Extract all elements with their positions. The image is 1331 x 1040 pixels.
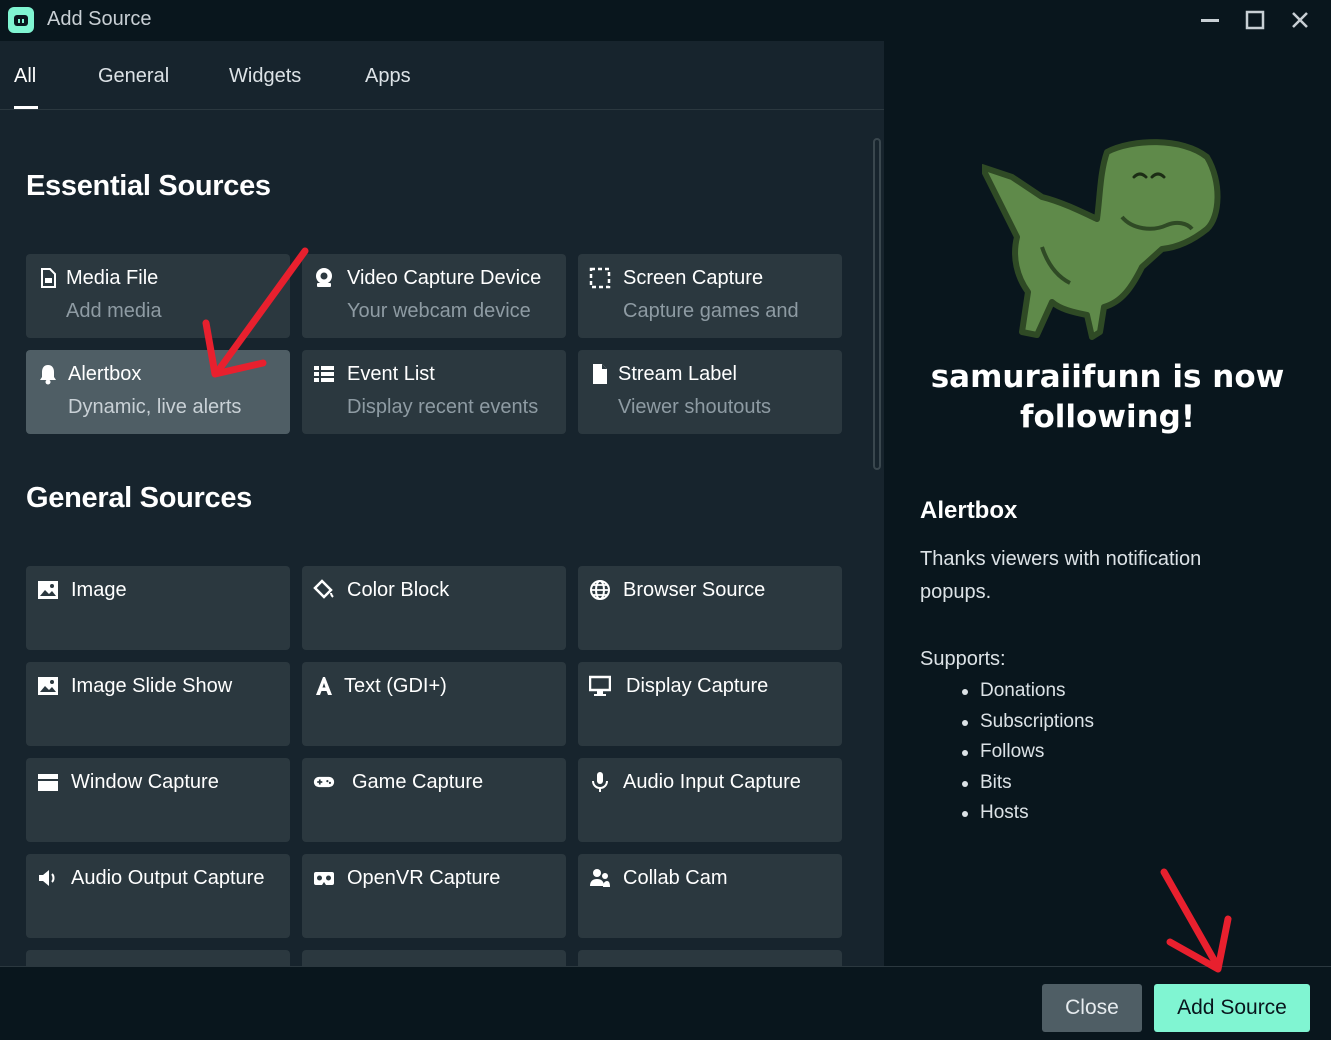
source-name: Stream Label xyxy=(618,363,737,385)
users-icon xyxy=(589,867,611,889)
source-name: Alertbox xyxy=(68,363,142,385)
supports-list: Donations Subscriptions Follows Bits Hos… xyxy=(961,676,1094,829)
source-card-text-gdi[interactable]: Text (GDI+) xyxy=(302,662,566,746)
gamepad-icon xyxy=(313,771,335,793)
add-source-button[interactable]: Add Source xyxy=(1154,984,1310,1032)
monitor-icon xyxy=(588,675,612,697)
close-window-icon[interactable] xyxy=(1285,6,1315,34)
microphone-icon xyxy=(589,771,611,793)
speaker-icon xyxy=(37,867,59,889)
source-card-window-capture[interactable]: Window Capture xyxy=(26,758,290,842)
source-card-image-slide-show[interactable]: Image Slide Show xyxy=(26,662,290,746)
image-icon xyxy=(37,579,59,601)
source-card-screen-capture[interactable]: Screen Capture Capture games and xyxy=(578,254,842,338)
source-card-audio-output-capture[interactable]: Audio Output Capture xyxy=(26,854,290,938)
source-card-partial[interactable] xyxy=(302,950,566,966)
source-name: Image xyxy=(71,579,127,601)
source-name: Event List xyxy=(347,363,435,385)
bell-icon xyxy=(37,363,59,385)
scrollbar[interactable] xyxy=(873,138,881,470)
source-card-audio-input-capture[interactable]: Audio Input Capture xyxy=(578,758,842,842)
source-name: Audio Output Capture xyxy=(71,867,265,889)
text-icon xyxy=(313,675,335,697)
list-icon xyxy=(313,363,335,385)
source-card-color-block[interactable]: Color Block xyxy=(302,566,566,650)
source-description: Add media xyxy=(66,300,162,322)
essential-sources-heading: Essential Sources xyxy=(26,170,271,202)
image-icon xyxy=(37,675,59,697)
source-description: Your webcam device xyxy=(347,300,531,322)
source-name: Collab Cam xyxy=(623,867,728,889)
footer-bar: Close Add Source xyxy=(0,966,1331,1040)
vr-headset-icon xyxy=(313,867,335,889)
source-list-panel: All General Widgets Apps Essential Sourc… xyxy=(0,41,884,966)
detail-title: Alertbox xyxy=(920,497,1018,524)
tab-apps[interactable]: Apps xyxy=(365,65,411,88)
active-tab-indicator xyxy=(14,106,38,109)
source-detail-panel: samuraiifunn is now following! Alertbox … xyxy=(884,41,1331,966)
window-icon xyxy=(37,771,59,793)
window-title: Add Source xyxy=(47,8,152,30)
list-item: Donations xyxy=(961,676,1094,707)
source-name: OpenVR Capture xyxy=(347,867,501,889)
webcam-icon xyxy=(313,267,335,289)
title-bar: Add Source xyxy=(0,0,1331,41)
paint-bucket-icon xyxy=(313,579,335,601)
list-item: Subscriptions xyxy=(961,707,1094,738)
source-name: Browser Source xyxy=(623,579,766,601)
source-card-openvr-capture[interactable]: OpenVR Capture xyxy=(302,854,566,938)
source-name: Window Capture xyxy=(71,771,219,793)
source-name: Media File xyxy=(66,267,159,289)
source-card-alertbox[interactable]: Alertbox Dynamic, live alerts xyxy=(26,350,290,434)
source-card-partial[interactable] xyxy=(578,950,842,966)
source-name: Screen Capture xyxy=(623,267,764,289)
streamlabs-logo-icon xyxy=(8,7,34,33)
dinosaur-mascot-image xyxy=(982,139,1221,340)
supports-label: Supports: xyxy=(920,648,1006,670)
source-description: Capture games and xyxy=(623,300,799,322)
minimize-icon[interactable] xyxy=(1195,6,1225,34)
source-name: Color Block xyxy=(347,579,450,601)
close-button[interactable]: Close xyxy=(1042,984,1142,1032)
list-item: Hosts xyxy=(961,798,1094,829)
source-name: Image Slide Show xyxy=(71,675,233,697)
source-card-collab-cam[interactable]: Collab Cam xyxy=(578,854,842,938)
detail-description: Thanks viewers with notification popups. xyxy=(920,548,1202,603)
source-description: Display recent events xyxy=(347,396,539,418)
source-name: Display Capture xyxy=(626,675,769,697)
list-item: Bits xyxy=(961,768,1094,799)
source-card-event-list[interactable]: Event List Display recent events xyxy=(302,350,566,434)
source-card-stream-label[interactable]: Stream Label Viewer shoutouts xyxy=(578,350,842,434)
globe-icon xyxy=(589,579,611,601)
maximize-icon[interactable] xyxy=(1240,6,1270,34)
source-card-partial[interactable] xyxy=(26,950,290,966)
source-card-image[interactable]: Image xyxy=(26,566,290,650)
tab-widgets[interactable]: Widgets xyxy=(229,65,301,88)
source-name: Video Capture Device xyxy=(347,267,542,289)
file-video-icon xyxy=(37,267,59,289)
document-icon xyxy=(589,363,611,385)
source-card-video-capture-device[interactable]: Video Capture Device Your webcam device xyxy=(302,254,566,338)
source-description: Dynamic, live alerts xyxy=(68,396,242,418)
source-card-browser-source[interactable]: Browser Source xyxy=(578,566,842,650)
alert-preview-text: samuraiifunn is now following! xyxy=(930,359,1285,435)
source-card-game-capture[interactable]: Game Capture xyxy=(302,758,566,842)
source-name: Text (GDI+) xyxy=(344,675,447,697)
source-description: Viewer shoutouts xyxy=(618,396,772,418)
source-name: Game Capture xyxy=(352,771,484,793)
list-item: Follows xyxy=(961,737,1094,768)
general-sources-heading: General Sources xyxy=(26,482,252,514)
screen-select-icon xyxy=(589,267,611,289)
tab-all[interactable]: All xyxy=(14,65,36,88)
source-card-display-capture[interactable]: Display Capture xyxy=(578,662,842,746)
source-card-media-file[interactable]: Media File Add media xyxy=(26,254,290,338)
tab-general[interactable]: General xyxy=(98,65,169,88)
source-name: Audio Input Capture xyxy=(623,771,801,793)
category-tabs: All General Widgets Apps xyxy=(0,41,884,110)
